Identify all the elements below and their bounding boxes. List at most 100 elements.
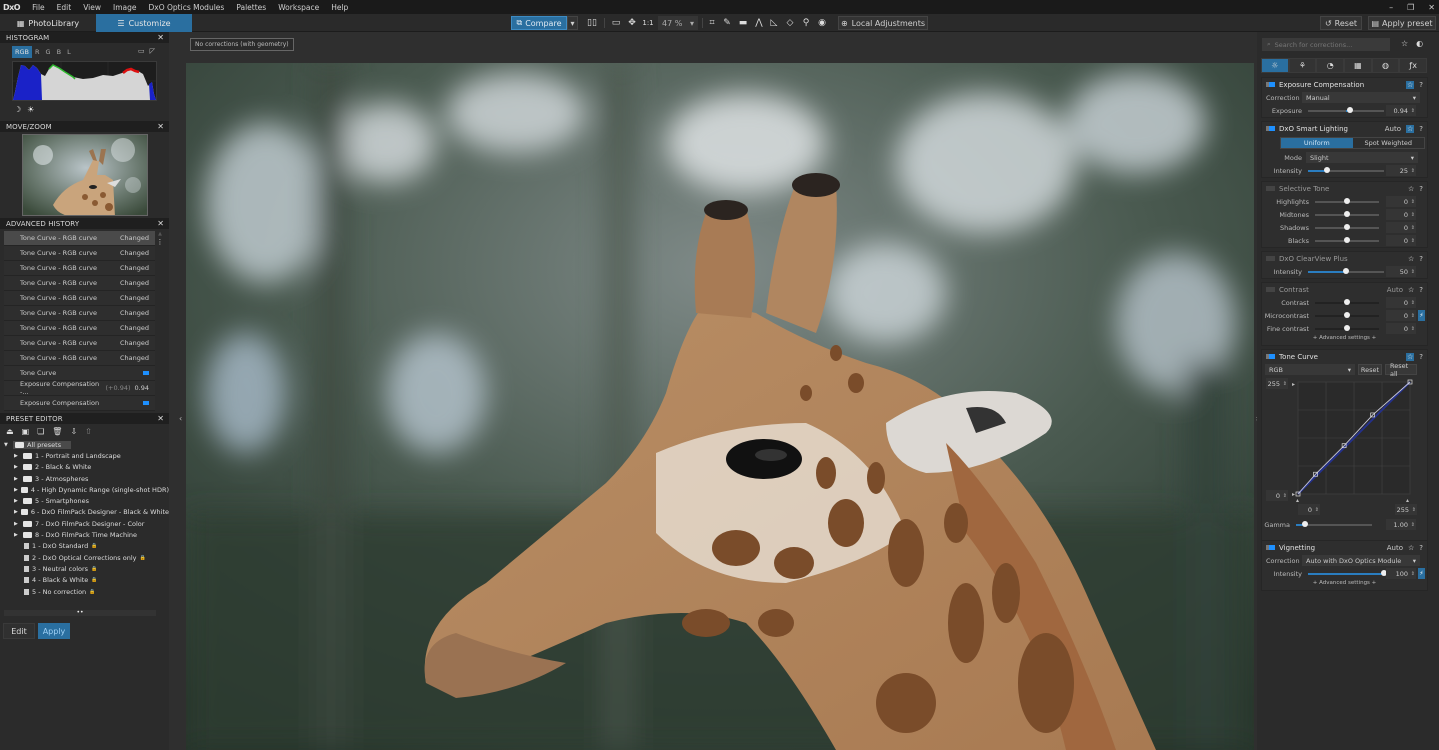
channel-r[interactable]: R bbox=[32, 46, 43, 58]
highlight-clipping-icon[interactable]: ☀ bbox=[27, 105, 34, 114]
input-max-field[interactable]: 255 ⇕ bbox=[1395, 504, 1417, 515]
help-icon[interactable]: ? bbox=[1419, 286, 1423, 294]
enable-toggle[interactable] bbox=[1266, 287, 1275, 292]
expand-right-icon[interactable]: ▶ bbox=[14, 487, 18, 493]
repair-icon[interactable]: ⚲ bbox=[800, 17, 812, 29]
apply-button[interactable]: Apply bbox=[38, 623, 70, 639]
spinner-icon[interactable]: ⇕ bbox=[1412, 507, 1416, 513]
gamma-slider[interactable] bbox=[1296, 520, 1372, 527]
one-to-one-button[interactable]: 1:1 bbox=[641, 17, 655, 29]
history-row[interactable]: Tone Curve - RGB curve Changed bbox=[4, 246, 155, 261]
preset-item[interactable]: 2 - DxO Optical Corrections only 🔒 bbox=[4, 552, 169, 563]
local-icon[interactable]: ◍ bbox=[1371, 58, 1400, 73]
tab-photolibrary[interactable]: ▦ PhotoLibrary bbox=[0, 14, 96, 32]
exposure-value-field[interactable]: 0.94 ⇕ bbox=[1386, 105, 1416, 116]
spinner-icon[interactable]: ⇕ bbox=[1315, 507, 1319, 513]
preset-item[interactable]: 3 - Neutral colors 🔒 bbox=[4, 563, 169, 574]
slider-knob[interactable] bbox=[1302, 520, 1309, 527]
help-icon[interactable]: ? bbox=[1419, 544, 1423, 552]
value-field[interactable]: 0 ⇕ bbox=[1386, 323, 1416, 334]
spinner-icon[interactable]: ⇕ bbox=[1411, 522, 1415, 528]
spinner-icon[interactable]: ⇕ bbox=[1283, 381, 1287, 387]
spinner-icon[interactable]: ⇕ bbox=[1411, 225, 1415, 231]
star-icon[interactable]: ☆ bbox=[1408, 185, 1414, 193]
restore-icon[interactable]: ❐ bbox=[1407, 3, 1414, 12]
microcontrast-slider[interactable] bbox=[1315, 311, 1379, 318]
history-row[interactable]: Tone Curve - RGB curve Changed bbox=[4, 231, 155, 246]
apply-preset-button[interactable]: ▤ Apply preset bbox=[1368, 16, 1436, 30]
spot-weighted-button[interactable]: Spot Weighted bbox=[1353, 138, 1425, 148]
enable-toggle[interactable] bbox=[1266, 126, 1275, 131]
help-icon[interactable]: ? bbox=[1419, 353, 1423, 361]
minimize-icon[interactable]: – bbox=[1389, 3, 1393, 12]
collapse-left-panel-icon[interactable]: ‹ bbox=[179, 414, 182, 423]
enable-toggle[interactable] bbox=[1266, 82, 1275, 87]
move-icon[interactable]: ✥ bbox=[626, 17, 638, 29]
eyedropper-icon[interactable]: ✎ bbox=[721, 17, 733, 29]
history-scrollbar[interactable]: ▲ ⋮ bbox=[156, 231, 164, 401]
fit-icon[interactable]: ▭ bbox=[610, 17, 622, 29]
channel-b[interactable]: B bbox=[54, 46, 64, 58]
fine-contrast-slider[interactable] bbox=[1315, 324, 1379, 331]
preset-folder[interactable]: ▶ 2 - Black & White bbox=[4, 462, 169, 473]
auto-wand-icon[interactable]: ⚡ bbox=[1418, 568, 1425, 579]
advanced-settings-link[interactable]: + Advanced settings + bbox=[1262, 335, 1427, 345]
help-icon[interactable]: ? bbox=[1419, 255, 1423, 263]
menu-workspace[interactable]: Workspace bbox=[272, 3, 325, 12]
slider-knob[interactable] bbox=[1344, 298, 1350, 305]
close-icon[interactable]: ✕ bbox=[157, 122, 164, 131]
color-icon[interactable]: ⚘ bbox=[1288, 58, 1317, 73]
shadows-slider[interactable] bbox=[1315, 223, 1379, 230]
star-icon[interactable]: ☆ bbox=[1408, 286, 1414, 294]
correction-select[interactable]: Manual ▾ bbox=[1302, 92, 1420, 103]
slider-knob[interactable] bbox=[1344, 324, 1350, 331]
auto-button[interactable]: Auto bbox=[1385, 125, 1401, 133]
favorites-star-icon[interactable]: ☆ bbox=[1401, 39, 1408, 48]
preset-folder[interactable]: ▶ 6 - DxO FilmPack Designer - Black & Whi… bbox=[4, 507, 169, 518]
menu-edit[interactable]: Edit bbox=[51, 3, 78, 12]
channel-g[interactable]: G bbox=[43, 46, 54, 58]
history-row[interactable]: Tone Curve - RGB curve Changed bbox=[4, 351, 155, 366]
star-icon[interactable]: ☆ bbox=[1408, 544, 1414, 552]
scroll-thumb[interactable]: •• bbox=[4, 610, 156, 616]
crop-icon[interactable]: ⌗ bbox=[706, 17, 718, 29]
curve-reset-all-button[interactable]: Reset all bbox=[1385, 362, 1417, 378]
exposure-slider[interactable] bbox=[1308, 106, 1384, 113]
monitor-icon[interactable]: ▭ bbox=[138, 47, 145, 55]
spinner-icon[interactable]: ⇕ bbox=[1411, 313, 1415, 319]
star-icon[interactable]: ☆ bbox=[1406, 124, 1415, 133]
expand-right-icon[interactable]: ▶ bbox=[14, 532, 20, 538]
history-row[interactable]: Tone Curve - RGB curve Changed bbox=[4, 336, 155, 351]
reset-button[interactable]: ↺ Reset bbox=[1320, 16, 1362, 30]
local-adjustments-button[interactable]: ⊕ Local Adjustments bbox=[838, 16, 928, 30]
channel-rgb[interactable]: RGB bbox=[12, 46, 33, 58]
expand-right-icon[interactable]: ▶ bbox=[14, 509, 18, 515]
history-row[interactable]: Tone Curve - RGB curve Changed bbox=[4, 321, 155, 336]
expand-right-icon[interactable]: ▶ bbox=[14, 498, 20, 504]
export-preset-icon[interactable]: ⇧ bbox=[85, 427, 92, 436]
scroll-thumb[interactable]: ⋮ bbox=[156, 238, 164, 246]
delete-preset-icon[interactable]: 🗑 bbox=[52, 427, 62, 436]
intensity-slider[interactable] bbox=[1308, 267, 1384, 274]
history-row[interactable]: Exposure Compensation -... (+0.94) 0.94 bbox=[4, 380, 155, 396]
auto-wand-icon[interactable]: ⚡ bbox=[1418, 310, 1425, 321]
preset-folder[interactable]: ▶ 1 - Portrait and Landscape bbox=[4, 450, 169, 461]
mode-select[interactable]: Slight ▾ bbox=[1306, 152, 1418, 163]
slider-knob[interactable] bbox=[1344, 236, 1350, 243]
spinner-icon[interactable]: ⇕ bbox=[1411, 108, 1415, 114]
midtones-slider[interactable] bbox=[1315, 210, 1379, 217]
light-icon[interactable]: ☼ bbox=[1261, 58, 1289, 73]
split-view-icon[interactable]: ▯▯ bbox=[586, 17, 598, 29]
preset-item[interactable]: 1 - DxO Standard 🔒 bbox=[4, 541, 169, 552]
tab-customize[interactable]: ☰ Customize bbox=[96, 14, 192, 32]
close-icon[interactable]: ✕ bbox=[157, 219, 164, 228]
slider-knob[interactable] bbox=[1324, 166, 1330, 173]
output-min-field[interactable]: 0 ⇕ bbox=[1266, 490, 1288, 501]
expand-right-icon[interactable]: ▶ bbox=[14, 476, 20, 482]
history-row[interactable]: Tone Curve - RGB curve Changed bbox=[4, 261, 155, 276]
corrections-search-input[interactable]: ⌕ Search for corrections... bbox=[1262, 38, 1390, 51]
curve-reset-button[interactable]: Reset bbox=[1358, 364, 1382, 375]
history-row[interactable]: Tone Curve - RGB curve Changed bbox=[4, 306, 155, 321]
input-max-arrow-icon[interactable]: ▴ bbox=[1406, 497, 1409, 502]
horizon-icon[interactable]: ▬ bbox=[737, 17, 749, 29]
